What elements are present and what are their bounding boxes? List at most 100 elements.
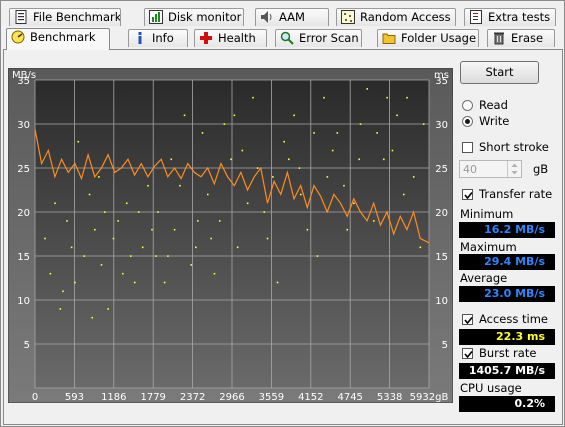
y-tick-left: 20 (17, 208, 30, 219)
checkmark-icon (464, 316, 473, 325)
radio-selected-dot (465, 119, 470, 124)
tab-disk-monitor[interactable]: Disk monitor (144, 8, 244, 26)
access-time-point (306, 228, 309, 231)
access-time-point (233, 114, 236, 117)
tab-info[interactable]: Info (128, 29, 188, 47)
access-time-point (391, 149, 394, 152)
y-tick-left: 15 (17, 252, 30, 263)
file-benchmark-icon (14, 10, 28, 24)
tab-label: Disk monitor (168, 10, 242, 24)
access-time-point (358, 158, 361, 161)
access-time-point (246, 202, 249, 205)
access-time-point (62, 290, 64, 293)
access-time-point (331, 149, 334, 152)
tab-label: AAM (279, 10, 305, 24)
y-tick-right: 20 (435, 208, 448, 219)
minimum-value: 16.2 MB/s (459, 222, 555, 238)
x-tick-label: 0 (32, 392, 38, 403)
x-tick-label: 2966 (219, 392, 244, 403)
access-time-point (326, 176, 329, 178)
access-time-point (163, 281, 166, 284)
tab-label: Error Scan (299, 31, 359, 45)
access-time-point (107, 308, 109, 310)
folder-icon (382, 31, 396, 45)
access-time-point (117, 220, 119, 222)
tab-aam[interactable]: AAM (255, 8, 329, 26)
read-label: Read (479, 98, 508, 112)
access-time-point (44, 237, 46, 240)
access-time-point (133, 281, 136, 284)
stroke-size-spinner[interactable]: 40 (459, 160, 522, 178)
access-time-point (201, 132, 204, 134)
spinner-buttons[interactable] (507, 161, 521, 177)
x-tick-label: 4745 (337, 392, 362, 403)
tab-label: Info (152, 31, 174, 45)
access-time-point (373, 220, 375, 222)
access-time-point (137, 211, 140, 213)
random-access-icon (341, 10, 355, 24)
access-time-value: 22.3 ms (459, 329, 555, 345)
access-time-point (386, 96, 388, 99)
access-time-point (272, 176, 274, 178)
tab-label: Random Access (360, 10, 451, 24)
tab-health[interactable]: Health (194, 29, 267, 47)
access-time-point (256, 167, 259, 169)
short-stroke-checkbox[interactable] (462, 142, 473, 153)
start-button[interactable]: Start (460, 61, 539, 84)
access-time-point (266, 237, 269, 240)
trash-icon (492, 31, 506, 45)
tab-erase[interactable]: Erase (487, 29, 555, 47)
access-time-point (406, 96, 408, 99)
tab-label: File Benchmark (33, 10, 121, 24)
y-tick-left: 25 (17, 164, 30, 175)
access-time-point (241, 149, 244, 152)
access-time-point (263, 211, 266, 213)
tab-benchmark[interactable]: Benchmark (6, 28, 110, 50)
tab-label: Extra tests (488, 10, 551, 24)
tab-file-benchmark[interactable]: File Benchmark (9, 8, 121, 26)
access-time-point (343, 184, 345, 187)
access-time-point (173, 228, 176, 231)
access-time-point (276, 281, 279, 284)
burst-rate-checkbox[interactable] (462, 348, 473, 359)
extra-tests-icon (469, 10, 483, 24)
read-radio[interactable] (462, 100, 473, 111)
access-time-point (213, 272, 216, 275)
maximum-label: Maximum (460, 240, 517, 254)
access-time-point (147, 184, 149, 187)
access-time-point (179, 184, 181, 187)
y-tick-right: 25 (435, 164, 448, 175)
access-time-point (121, 272, 124, 275)
access-time-point (283, 140, 285, 143)
benchmark-panel: 5 5 10 10 15 15 20 20 25 25 30 30 35 35 0 593 1186 1779 2… (3, 49, 563, 425)
access-time-point (125, 202, 128, 205)
access-time-point (206, 193, 209, 196)
access-time-point (336, 132, 339, 134)
access-time-point (104, 211, 106, 213)
tab-label: Folder Usage (401, 31, 477, 45)
minimum-label: Minimum (460, 207, 514, 221)
checkmark-icon (464, 191, 473, 200)
tab-extra-tests[interactable]: Extra tests (464, 8, 556, 26)
tab-folder-usage[interactable]: Folder Usage (377, 29, 479, 47)
tab-label: Health (218, 31, 256, 45)
y-tick-right: 5 (442, 340, 448, 351)
hdtune-window: File Benchmark Disk monitor AAM Random A… (0, 0, 565, 427)
stroke-size-value: 40 (463, 163, 477, 176)
access-time-point (155, 255, 157, 257)
access-time-point (100, 264, 103, 266)
info-icon (133, 31, 147, 45)
speaker-icon (260, 10, 274, 24)
access-time-point (419, 246, 422, 249)
write-radio[interactable] (462, 116, 473, 127)
tab-random-access[interactable]: Random Access (336, 8, 456, 26)
access-time-point (129, 255, 132, 257)
y-right-unit: ms (434, 70, 449, 81)
tab-error-scan[interactable]: Error Scan (275, 29, 362, 47)
transfer-rate-checkbox[interactable] (462, 189, 473, 200)
access-time-point (70, 246, 73, 249)
access-time-point (323, 96, 325, 99)
access-time-point (59, 308, 62, 310)
checkmark-icon (464, 350, 473, 359)
access-time-checkbox[interactable] (462, 314, 473, 325)
